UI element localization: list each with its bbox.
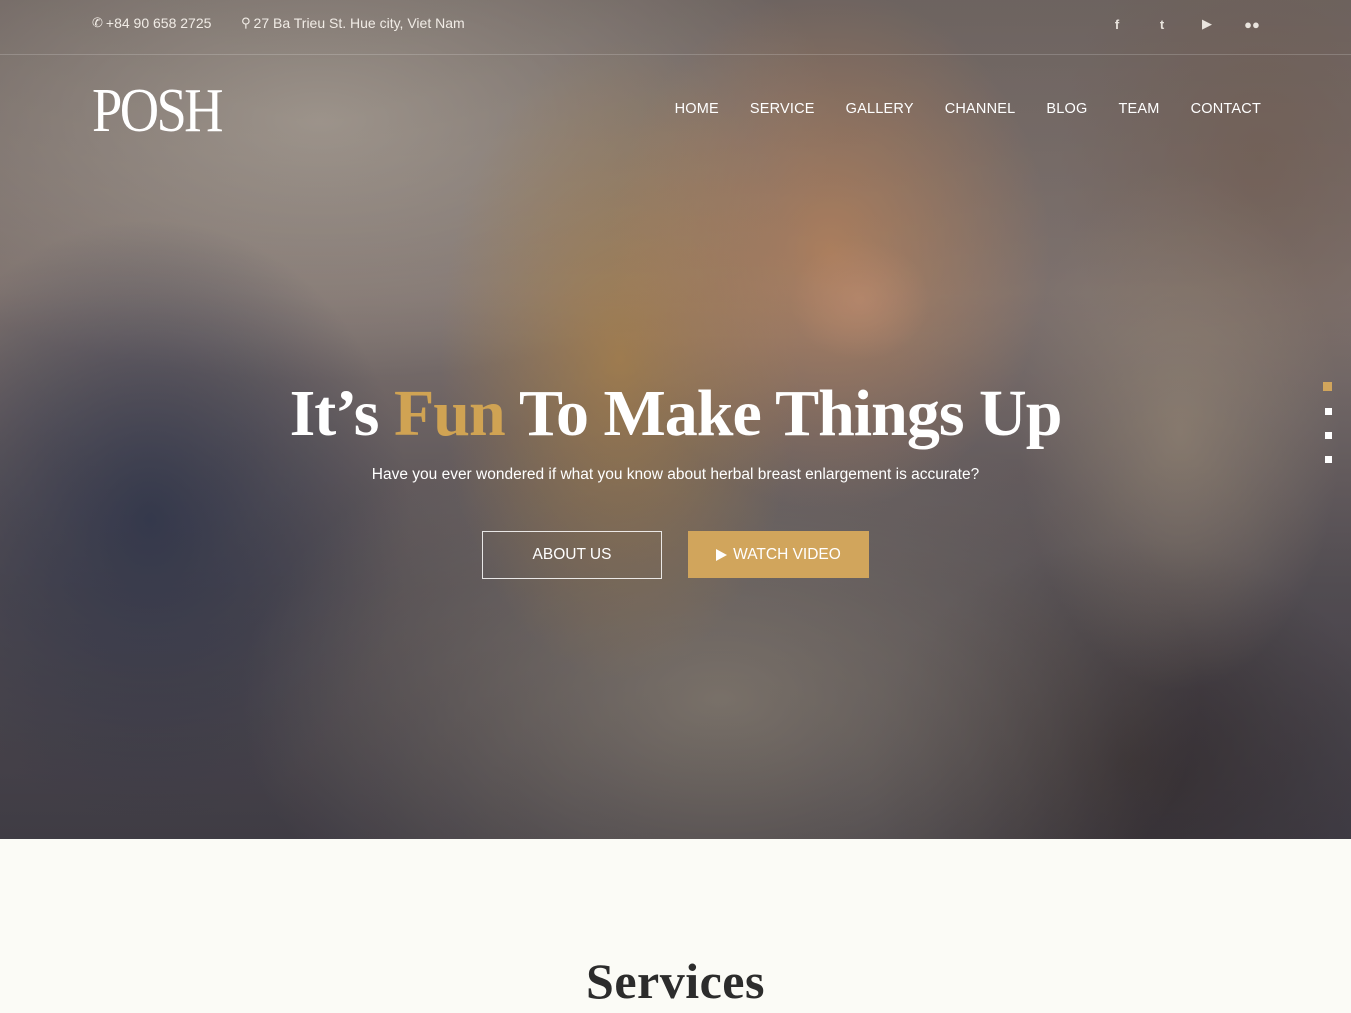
about-us-button[interactable]: ABOUT US: [482, 531, 662, 579]
twitter-icon[interactable]: t: [1153, 15, 1171, 33]
topbar-phone: ✆ +84 90 658 2725: [92, 15, 211, 31]
watch-video-button[interactable]: WATCH VIDEO: [688, 531, 869, 578]
slider-pagination: [1323, 382, 1332, 463]
watch-video-label: WATCH VIDEO: [733, 545, 841, 563]
play-icon: [716, 548, 728, 561]
slide-dot-4[interactable]: [1325, 456, 1332, 463]
phone-number: +84 90 658 2725: [105, 15, 212, 31]
nav-home[interactable]: HOME: [675, 101, 719, 117]
topbar-address: ⚲ 27 Ba Trieu St. Hue city, Viet Nam: [241, 15, 465, 31]
services-heading: Services: [586, 953, 765, 1009]
map-marker-icon: ⚲: [241, 15, 251, 30]
hero-subheadline: Have you ever wondered if what you know …: [371, 466, 980, 483]
flickr-icon[interactable]: ●●: [1243, 15, 1261, 33]
phone-icon: ✆: [92, 15, 103, 30]
site-logo[interactable]: POSH: [92, 80, 224, 142]
facebook-icon[interactable]: f: [1108, 15, 1126, 33]
hero-headline: It’s Fun To Make Things Up: [0, 376, 1351, 452]
headline-accent: Fun: [393, 377, 506, 450]
social-links: f t ▶ ●●: [1108, 15, 1261, 33]
nav-team[interactable]: TEAM: [1119, 101, 1160, 117]
youtube-icon[interactable]: ▶: [1198, 15, 1216, 33]
headline-post: To Make Things Up: [519, 377, 1062, 450]
main-nav: HOME SERVICE GALLERY CHANNEL BLOG TEAM C…: [675, 101, 1261, 117]
nav-service[interactable]: SERVICE: [750, 101, 815, 117]
slide-dot-1[interactable]: [1323, 382, 1332, 391]
address-text: 27 Ba Trieu St. Hue city, Viet Nam: [253, 15, 465, 31]
nav-gallery[interactable]: GALLERY: [846, 101, 914, 117]
slide-dot-2[interactable]: [1325, 408, 1332, 415]
nav-blog[interactable]: BLOG: [1046, 101, 1087, 117]
nav-contact[interactable]: CONTACT: [1191, 101, 1261, 117]
slide-dot-3[interactable]: [1325, 432, 1332, 439]
headline-pre: It’s: [289, 377, 380, 450]
nav-channel[interactable]: CHANNEL: [945, 101, 1016, 117]
hero-section: ✆ +84 90 658 2725 ⚲ 27 Ba Trieu St. Hue …: [0, 0, 1351, 839]
about-us-label: ABOUT US: [532, 546, 612, 563]
topbar-divider: [0, 54, 1351, 55]
